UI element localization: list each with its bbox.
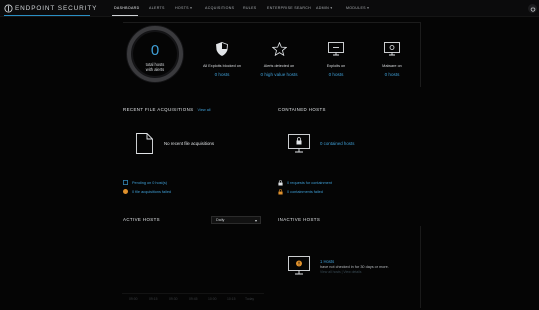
- no-file-acquisitions-message: No recent file acquisitions: [164, 141, 215, 146]
- inactive-host-monitor-icon: [288, 256, 310, 275]
- active-hosts-range-select[interactable]: Daily ▾: [211, 216, 261, 224]
- total-hosts-label: total hosts with alerts: [145, 62, 165, 73]
- inactive-hosts-title: INACTIVE HOSTS: [278, 217, 321, 222]
- exploit-monitor-icon: [328, 42, 344, 56]
- contained-hosts-title: CONTAINED HOSTS: [278, 107, 326, 112]
- stat-label: Exploits on: [326, 64, 346, 68]
- nav-rules[interactable]: RULES: [243, 6, 256, 10]
- power-button[interactable]: [528, 4, 537, 13]
- nav-alerts[interactable]: ALERTS: [149, 6, 165, 10]
- inactive-hosts-links[interactable]: View all hosts | View details: [320, 270, 361, 274]
- stat-exploits: Exploits on 0 hosts: [310, 42, 362, 77]
- stat-alerts-detected: Alerts detected on 0 high value hosts: [253, 42, 305, 77]
- chart-tick: 09:30: [169, 297, 178, 301]
- nav-active-indicator: [112, 15, 138, 16]
- view-all-link[interactable]: View all: [198, 108, 211, 112]
- shield-icon: [216, 42, 228, 56]
- brand-name: ENDPOINT SECURITY: [15, 5, 98, 12]
- warning-icon: [123, 189, 128, 194]
- active-hosts-chart-axis: [122, 293, 264, 294]
- failed-acquisitions-link[interactable]: 0 file acquisitions failed: [123, 189, 171, 194]
- chart-tick: 09:15: [149, 297, 158, 301]
- stat-value[interactable]: 0 hosts: [310, 72, 362, 77]
- nav-admin[interactable]: ADMIN ▾: [316, 6, 332, 10]
- document-icon: [123, 180, 128, 185]
- file-icon: [136, 133, 153, 154]
- power-icon: [530, 6, 535, 12]
- nav-modules[interactable]: MODULES ▾: [346, 6, 369, 10]
- brand-underline: [4, 15, 90, 16]
- nav-hosts[interactable]: HOSTS ▾: [175, 6, 192, 10]
- nav-acquisitions[interactable]: ACQUISITIONS: [205, 6, 234, 10]
- contained-host-monitor-icon: [288, 134, 310, 153]
- chart-tick: 09:45: [189, 297, 198, 301]
- file-acquisitions-title: RECENT FILE ACQUISITIONS View all: [123, 107, 211, 112]
- stat-malware: Malware on 0 hosts: [366, 42, 418, 77]
- containment-requests-link[interactable]: 0 requests for containment: [278, 180, 332, 186]
- malware-monitor-icon: [384, 42, 400, 56]
- brand-logo[interactable]: ENDPOINT SECURITY: [4, 3, 97, 14]
- inactive-hosts-count[interactable]: 1 Hosts: [320, 259, 334, 264]
- lock-icon: [278, 180, 283, 186]
- contained-hosts-count[interactable]: 0 contained hosts: [320, 141, 354, 146]
- stat-label: Alerts detected on: [263, 64, 295, 68]
- pending-acquisitions-link[interactable]: Pending on 0 host(s): [123, 180, 167, 185]
- chevron-down-icon: ▾: [254, 218, 257, 223]
- stat-value[interactable]: 0 hosts: [366, 72, 418, 77]
- nav-dashboard[interactable]: DASHBOARD: [114, 6, 139, 10]
- chart-tick: Today: [245, 297, 255, 301]
- lock-warning-icon: [278, 189, 283, 195]
- active-hosts-title: ACTIVE HOSTS: [123, 217, 161, 222]
- total-hosts-count[interactable]: 0: [124, 42, 186, 59]
- stat-label: Malware on: [382, 64, 402, 68]
- chart-tick: 10:00: [208, 297, 217, 301]
- star-icon: [271, 42, 287, 56]
- brand-logo-icon: [4, 4, 13, 13]
- stat-value[interactable]: 0 hosts: [196, 72, 248, 77]
- stat-exploits-blocked: All Exploits blocked on 0 hosts: [196, 42, 248, 77]
- stat-label: All Exploits blocked on: [203, 64, 241, 68]
- chart-tick: 10:15: [227, 297, 236, 301]
- stat-value[interactable]: 0 high value hosts: [253, 72, 305, 77]
- containments-failed-link[interactable]: 0 containments failed: [278, 189, 323, 195]
- chart-tick: 09:00: [129, 297, 138, 301]
- nav-enterprise-search[interactable]: ENTERPRISE SEARCH: [267, 6, 311, 10]
